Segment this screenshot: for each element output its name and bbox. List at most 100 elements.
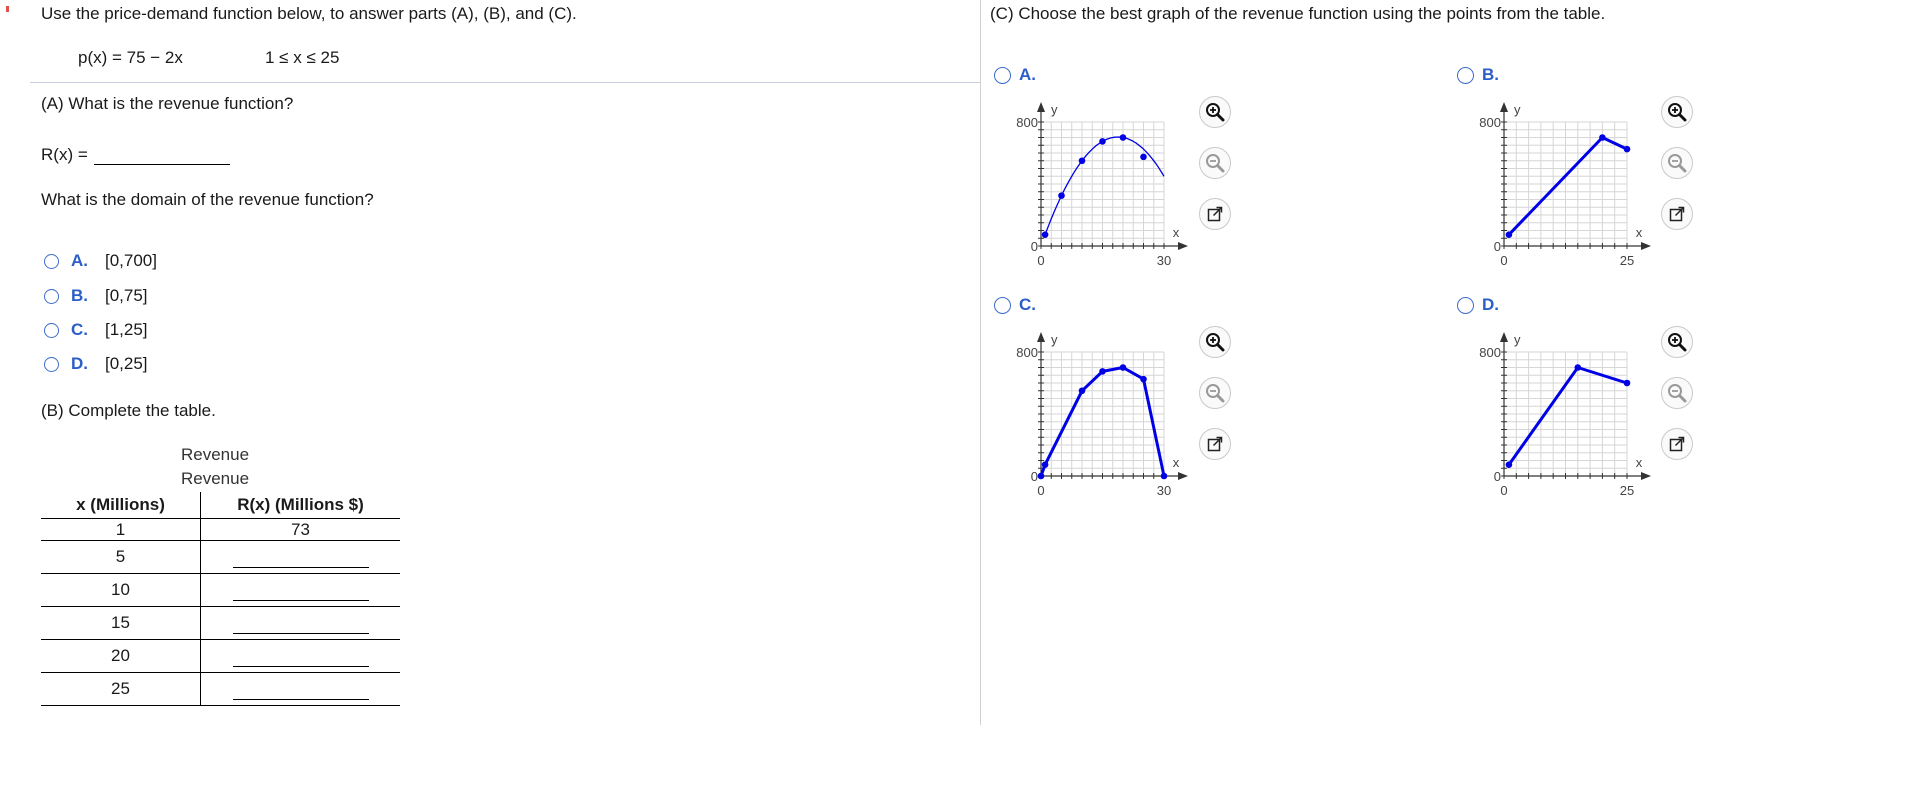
zoom-out-button[interactable]	[1661, 147, 1693, 179]
option-letter: D.	[1482, 295, 1499, 314]
revenue-line	[1507, 136, 1628, 236]
price-function: p(x) = 75 − 2x	[78, 48, 183, 67]
radio-icon[interactable]	[994, 296, 1011, 314]
cell-x: 5	[41, 540, 201, 574]
option-letter: B.	[71, 286, 88, 305]
pop-out-icon	[1206, 435, 1224, 453]
option-text: [0,25]	[105, 354, 148, 373]
table-row: 20	[41, 639, 400, 673]
y-axis-label: y	[1051, 102, 1058, 117]
zoom-out-icon	[1205, 383, 1225, 403]
y-zero-label: 0	[1031, 239, 1038, 254]
y-axis-label: y	[1514, 102, 1521, 117]
cell-rx	[200, 540, 400, 574]
option-letter: A.	[71, 251, 88, 270]
x-axis-arrow	[1178, 472, 1188, 480]
revenue-input[interactable]	[232, 580, 369, 601]
radio-icon[interactable]	[994, 66, 1011, 84]
zoom-in-button[interactable]	[1199, 96, 1231, 128]
x-tick-label: 30	[1157, 483, 1171, 498]
table-row: 15	[41, 606, 400, 640]
zoom-in-icon	[1205, 332, 1225, 352]
cell-rx	[200, 606, 400, 640]
graph-option-b[interactable]: B.	[1457, 65, 1499, 85]
pop-out-icon	[1668, 205, 1686, 223]
y-axis-arrow	[1500, 102, 1508, 112]
y-tick-label: 800	[1016, 115, 1038, 130]
x-zero-label: 0	[1037, 483, 1044, 498]
table-caption-repeat: Revenue	[181, 469, 250, 488]
revenue-input[interactable]	[232, 679, 369, 700]
pop-out-button[interactable]	[1661, 198, 1693, 230]
radio-icon[interactable]	[44, 288, 59, 304]
radio-icon[interactable]	[44, 322, 59, 338]
pop-out-button[interactable]	[1199, 428, 1231, 460]
graph-option-a[interactable]: A.	[994, 65, 1036, 85]
revenue-input[interactable]	[232, 613, 369, 634]
revenue-input[interactable]	[232, 646, 369, 667]
cell-x: 10	[41, 573, 201, 607]
table-caption: Revenue	[181, 445, 250, 464]
pop-out-button[interactable]	[1199, 198, 1231, 230]
x-axis-arrow	[1641, 472, 1651, 480]
zoom-out-button[interactable]	[1199, 147, 1231, 179]
table-row: 25	[41, 672, 400, 706]
y-tick-label: 800	[1479, 115, 1501, 130]
option-text: [1,25]	[105, 320, 148, 339]
graph-option-d[interactable]: D.	[1457, 295, 1499, 315]
cell-x: 15	[41, 606, 201, 640]
revenue-graph-b: 800 00 25x y	[1479, 102, 1651, 268]
zoom-out-icon	[1667, 383, 1687, 403]
radio-icon[interactable]	[44, 253, 59, 269]
zoom-in-button[interactable]	[1661, 326, 1693, 358]
pop-out-icon	[1668, 435, 1686, 453]
data-point	[1058, 192, 1065, 199]
zoom-out-button[interactable]	[1661, 377, 1693, 409]
graph-option-c[interactable]: C.	[994, 295, 1036, 315]
revenue-graph-a: 800 00 30x y	[1016, 102, 1188, 268]
part-c-question: (C) Choose the best graph of the revenue…	[990, 4, 1606, 23]
revenue-table: x (Millions) R(x) (Millions $) 1 73 5 10…	[41, 492, 400, 706]
data-point	[1574, 364, 1582, 371]
domain-option-a[interactable]: A. [0,700]	[44, 249, 157, 273]
cell-rx	[200, 672, 400, 706]
radio-icon[interactable]	[1457, 66, 1474, 84]
pane-divider	[980, 0, 981, 725]
domain-option-c[interactable]: C. [1,25]	[44, 318, 148, 342]
radio-icon[interactable]	[44, 356, 59, 372]
revenue-function-input[interactable]	[93, 142, 230, 165]
data-point	[1623, 379, 1631, 387]
y-tick-label: 800	[1016, 345, 1038, 360]
left-pane: Use the price-demand function below, to …	[0, 0, 980, 805]
option-text: [0,75]	[105, 286, 148, 305]
pop-out-button[interactable]	[1661, 428, 1693, 460]
y-axis-arrow	[1037, 102, 1045, 112]
revenue-graph-c: 800 00 30x y	[1016, 332, 1188, 498]
cell-rx	[200, 639, 400, 673]
revenue-input[interactable]	[232, 547, 369, 568]
domain-option-b[interactable]: B. [0,75]	[44, 284, 148, 308]
zoom-in-button[interactable]	[1661, 96, 1693, 128]
header-x: x (Millions)	[41, 492, 201, 519]
y-axis-arrow	[1037, 332, 1045, 342]
data-point	[1140, 153, 1147, 161]
x-zero-label: 0	[1500, 253, 1507, 268]
data-point	[1505, 461, 1513, 468]
data-point	[1099, 368, 1106, 375]
option-letter: C.	[71, 320, 88, 339]
zoom-in-icon	[1667, 102, 1687, 122]
cell-rx	[200, 573, 400, 607]
domain-option-d[interactable]: D. [0,25]	[44, 352, 148, 376]
data-point	[1119, 364, 1127, 371]
x-zero-label: 0	[1500, 483, 1507, 498]
revenue-line	[1507, 366, 1628, 466]
x-tick-label: 25	[1620, 253, 1634, 268]
marker-dot	[6, 6, 9, 12]
table-header-row: x (Millions) R(x) (Millions $)	[41, 492, 400, 519]
cell-x: 25	[41, 672, 201, 706]
zoom-out-button[interactable]	[1199, 377, 1231, 409]
zoom-in-button[interactable]	[1199, 326, 1231, 358]
option-letter: C.	[1019, 295, 1036, 314]
domain-question: What is the domain of the revenue functi…	[41, 190, 374, 209]
radio-icon[interactable]	[1457, 296, 1474, 314]
